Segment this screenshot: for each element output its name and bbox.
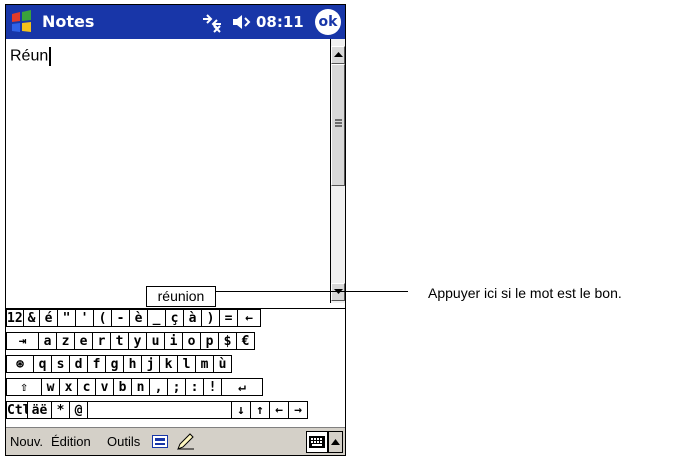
key-lparen[interactable]: ( bbox=[94, 309, 112, 327]
recording-icon[interactable] bbox=[152, 435, 168, 448]
key-enter[interactable]: ↵ bbox=[222, 378, 263, 396]
key-c-cedilla[interactable]: ç bbox=[166, 309, 184, 327]
arrow-up-icon bbox=[331, 439, 340, 445]
key-v[interactable]: v bbox=[96, 378, 114, 396]
key-d[interactable]: d bbox=[70, 355, 88, 373]
key-caps[interactable]: ⊛ bbox=[6, 355, 34, 373]
keyboard-row: ⇧ w x c v b n,;:! ↵ bbox=[6, 378, 345, 397]
keyboard-row: Ctl äë * @ ↓ ↑ ← → bbox=[6, 401, 345, 420]
key-exclaim[interactable]: ! bbox=[204, 378, 222, 396]
key-u[interactable]: u bbox=[147, 332, 165, 350]
key-equals[interactable]: = bbox=[220, 309, 238, 327]
menu-new[interactable]: Nouv. bbox=[10, 434, 43, 449]
key-m[interactable]: m bbox=[196, 355, 214, 373]
key-minus[interactable]: - bbox=[112, 309, 130, 327]
ok-button[interactable]: ok bbox=[315, 9, 341, 35]
app-title: Notes bbox=[42, 12, 95, 31]
key-z[interactable]: z bbox=[57, 332, 75, 350]
soft-keyboard: 123 & é " '(- è _ ç à) = ← ⇥ a z e r t y u i o p $ € ⊛ q s d f g h j k l m… bbox=[6, 308, 345, 425]
key-squote[interactable]: ' bbox=[76, 309, 94, 327]
key-w[interactable]: w bbox=[42, 378, 60, 396]
key-asterisk[interactable]: * bbox=[52, 401, 70, 419]
scroll-down-button[interactable] bbox=[331, 283, 345, 301]
key-p[interactable]: p bbox=[201, 332, 219, 350]
key-dollar[interactable]: $ bbox=[219, 332, 237, 350]
key-e[interactable]: e bbox=[75, 332, 93, 350]
key-dquote[interactable]: " bbox=[58, 309, 76, 327]
keyboard-row: ⇥ a z e r t y u i o p $ € bbox=[6, 332, 345, 351]
key-e-grave[interactable]: è bbox=[130, 309, 148, 327]
key-comma[interactable]: , bbox=[150, 378, 168, 396]
key-o[interactable]: o bbox=[183, 332, 201, 350]
key-tab[interactable]: ⇥ bbox=[6, 332, 39, 350]
key-backspace[interactable]: ← bbox=[238, 309, 261, 327]
menu-tools[interactable]: Outils bbox=[107, 434, 140, 449]
keyboard-row: ⊛ q s d f g h j k l m ù bbox=[6, 355, 345, 374]
pen-icon[interactable] bbox=[176, 433, 194, 451]
key-q[interactable]: q bbox=[34, 355, 52, 373]
key-b[interactable]: b bbox=[114, 378, 132, 396]
keyboard-glyph-icon bbox=[309, 436, 325, 448]
connectivity-icon[interactable] bbox=[201, 11, 223, 33]
key-euro[interactable]: € bbox=[237, 332, 255, 350]
key-r[interactable]: r bbox=[93, 332, 111, 350]
input-selector-button[interactable] bbox=[328, 431, 343, 453]
arrow-up-icon bbox=[334, 52, 343, 57]
scroll-thumb[interactable] bbox=[331, 64, 345, 186]
keyboard-icon[interactable] bbox=[306, 431, 328, 453]
key-rparen[interactable]: ) bbox=[202, 309, 220, 327]
menu-edit[interactable]: Édition bbox=[51, 434, 91, 449]
key-a[interactable]: a bbox=[39, 332, 57, 350]
key-h[interactable]: h bbox=[124, 355, 142, 373]
key-n[interactable]: n bbox=[132, 378, 150, 396]
note-editor[interactable]: Réun bbox=[6, 39, 330, 289]
key-j[interactable]: j bbox=[142, 355, 160, 373]
text-caret bbox=[49, 47, 52, 66]
key-i[interactable]: i bbox=[165, 332, 183, 350]
key-ctl[interactable]: Ctl bbox=[6, 401, 30, 419]
callout-annotation: Appuyer ici si le mot est le bon. bbox=[428, 285, 622, 301]
key-underscore[interactable]: _ bbox=[148, 309, 166, 327]
key-f[interactable]: f bbox=[88, 355, 106, 373]
volume-icon[interactable] bbox=[232, 13, 252, 31]
key-colon[interactable]: : bbox=[186, 378, 204, 396]
keyboard-row: 123 & é " '(- è _ ç à) = ← bbox=[6, 309, 345, 328]
pda-screen: Notes 08:11 ok Réun réunion 123 & é " '(- è _ ç… bbox=[5, 4, 346, 456]
key-up[interactable]: ↑ bbox=[251, 401, 270, 419]
menu-bar: Nouv. Édition Outils bbox=[6, 427, 345, 455]
note-text: Réun bbox=[10, 47, 52, 66]
windows-start-icon[interactable] bbox=[8, 9, 36, 35]
callout-line bbox=[210, 291, 408, 292]
key-a-grave[interactable]: à bbox=[184, 309, 202, 327]
clock[interactable]: 08:11 bbox=[256, 13, 304, 31]
key-ampersand[interactable]: & bbox=[24, 309, 40, 327]
key-down[interactable]: ↓ bbox=[232, 401, 251, 419]
key-u-grave[interactable]: ù bbox=[214, 355, 232, 373]
key-at[interactable]: @ bbox=[70, 401, 88, 419]
key-k[interactable]: k bbox=[160, 355, 178, 373]
title-bar: Notes 08:11 ok bbox=[6, 5, 345, 39]
key-right[interactable]: → bbox=[289, 401, 308, 419]
key-c[interactable]: c bbox=[78, 378, 96, 396]
key-accents[interactable]: äë bbox=[28, 401, 52, 419]
key-y[interactable]: y bbox=[129, 332, 147, 350]
word-suggestion[interactable]: réunion bbox=[146, 286, 216, 307]
key-s[interactable]: s bbox=[52, 355, 70, 373]
grip-icon bbox=[335, 119, 342, 127]
key-space[interactable] bbox=[88, 401, 232, 419]
key-123[interactable]: 123 bbox=[6, 309, 30, 327]
key-l[interactable]: l bbox=[178, 355, 196, 373]
key-shift[interactable]: ⇧ bbox=[6, 378, 42, 396]
vertical-scrollbar[interactable] bbox=[330, 39, 345, 303]
key-semicolon[interactable]: ; bbox=[168, 378, 186, 396]
scroll-up-button[interactable] bbox=[331, 46, 345, 64]
key-g[interactable]: g bbox=[106, 355, 124, 373]
key-e-acute[interactable]: é bbox=[40, 309, 58, 327]
key-left[interactable]: ← bbox=[270, 401, 289, 419]
key-x[interactable]: x bbox=[60, 378, 78, 396]
note-text-content: Réun bbox=[10, 47, 49, 65]
key-t[interactable]: t bbox=[111, 332, 129, 350]
